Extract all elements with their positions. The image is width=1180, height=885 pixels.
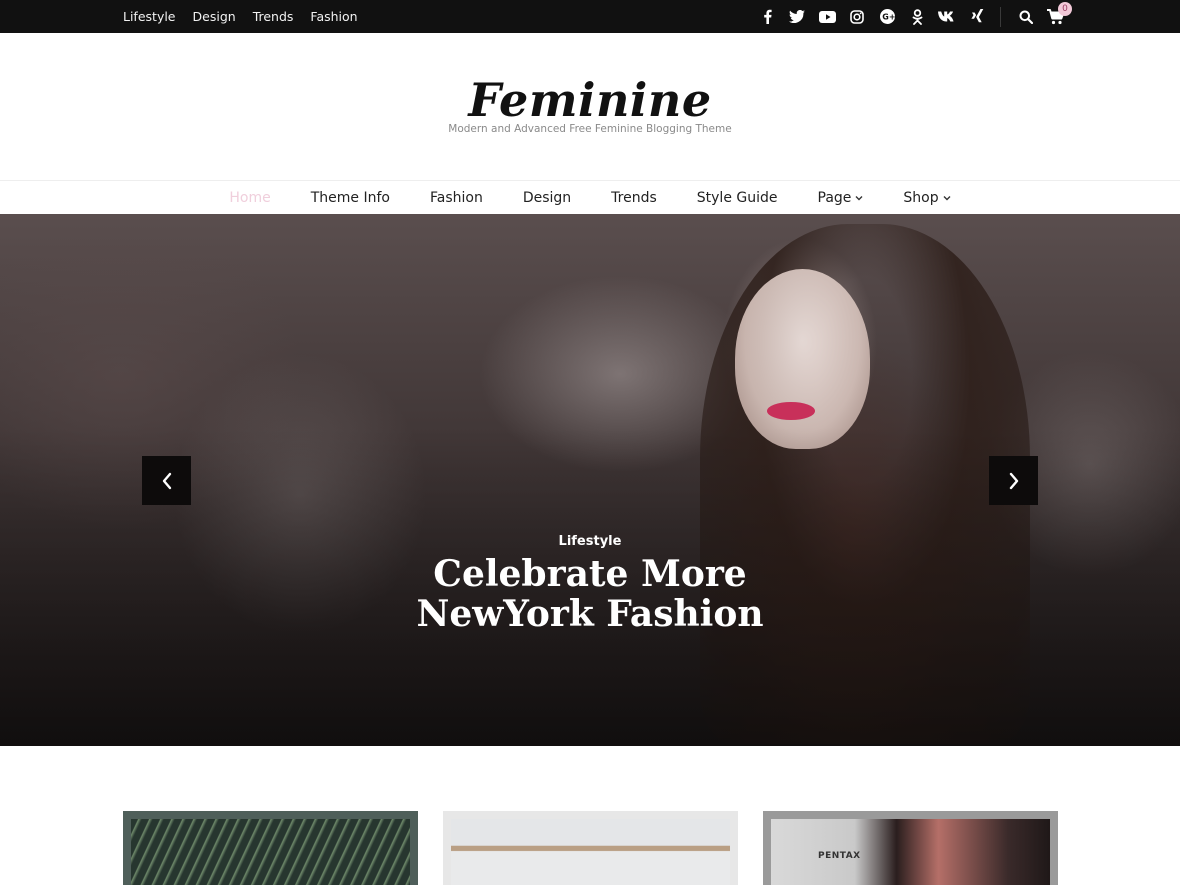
top-bar: Lifestyle Design Trends Fashion G+ 0 <box>0 0 1180 33</box>
featured-posts: PENTAX <box>123 811 1058 885</box>
slider-next-button[interactable] <box>989 456 1038 505</box>
xing-icon[interactable] <box>962 0 992 33</box>
camera-brand-text: PENTAX <box>818 851 861 861</box>
top-link-trends[interactable]: Trends <box>253 9 294 24</box>
shelf-image <box>451 819 730 885</box>
odnoklassniki-icon[interactable] <box>902 0 932 33</box>
top-menu: Lifestyle Design Trends Fashion <box>123 0 358 33</box>
nav-item-label: Home <box>229 189 271 206</box>
main-navigation: Home Theme Info Fashion Design Trends St… <box>0 180 1180 214</box>
nav-item-label: Trends <box>611 189 657 206</box>
svg-text:G+: G+ <box>882 13 895 22</box>
vk-icon[interactable] <box>932 0 962 33</box>
site-title[interactable]: Feminine <box>0 73 1180 127</box>
camera-image <box>771 819 1050 885</box>
nav-item-label: Design <box>522 189 572 206</box>
top-link-design[interactable]: Design <box>193 9 236 24</box>
nav-item-style-guide[interactable]: Style Guide <box>677 190 798 206</box>
nav-item-label: Fashion <box>429 189 483 206</box>
youtube-icon[interactable] <box>812 0 842 33</box>
chevron-down-icon <box>855 195 863 200</box>
search-icon[interactable] <box>1011 0 1041 33</box>
nav-item-home[interactable]: Home <box>209 190 290 206</box>
nav-item-label: Theme Info <box>310 189 390 206</box>
nav-item-shop[interactable]: Shop <box>883 190 970 206</box>
slide-title[interactable]: Celebrate More NewYork Fashion <box>340 554 840 634</box>
post-card-image[interactable] <box>443 811 738 885</box>
divider <box>1000 6 1001 27</box>
nav-item-trends[interactable]: Trends <box>591 190 677 206</box>
site-tagline: Modern and Advanced Free Feminine Bloggi… <box>448 123 732 135</box>
post-card-image[interactable] <box>123 811 418 885</box>
social-icons: G+ 0 <box>752 0 1072 33</box>
slider-prev-button[interactable] <box>142 456 191 505</box>
facebook-icon[interactable] <box>752 0 782 33</box>
nav-item-fashion[interactable]: Fashion <box>410 190 503 206</box>
instagram-icon[interactable] <box>842 0 872 33</box>
chevron-down-icon <box>943 195 951 200</box>
nav-item-theme-info[interactable]: Theme Info <box>291 190 410 206</box>
nav-item-label: Style Guide <box>696 189 778 206</box>
cart-button[interactable]: 0 <box>1041 0 1072 33</box>
nav-item-design[interactable]: Design <box>503 190 591 206</box>
top-link-fashion[interactable]: Fashion <box>310 9 357 24</box>
nav-item-page[interactable]: Page <box>798 190 884 206</box>
top-link-lifestyle[interactable]: Lifestyle <box>123 9 176 24</box>
post-card-image[interactable]: PENTAX <box>763 811 1058 885</box>
nav-item-label: Shop <box>903 189 939 206</box>
slide-category[interactable]: Lifestyle <box>0 534 1180 549</box>
fern-image <box>131 819 410 885</box>
hero-slider: Lifestyle Celebrate More NewYork Fashion <box>0 214 1180 746</box>
chevron-left-icon <box>162 472 171 489</box>
google-plus-icon[interactable]: G+ <box>872 0 902 33</box>
nav-item-label: Page <box>817 189 852 206</box>
cart-count-badge: 0 <box>1058 2 1072 16</box>
twitter-icon[interactable] <box>782 0 812 33</box>
site-header: Feminine Modern and Advanced Free Femini… <box>0 33 1180 180</box>
chevron-right-icon <box>1009 472 1018 489</box>
